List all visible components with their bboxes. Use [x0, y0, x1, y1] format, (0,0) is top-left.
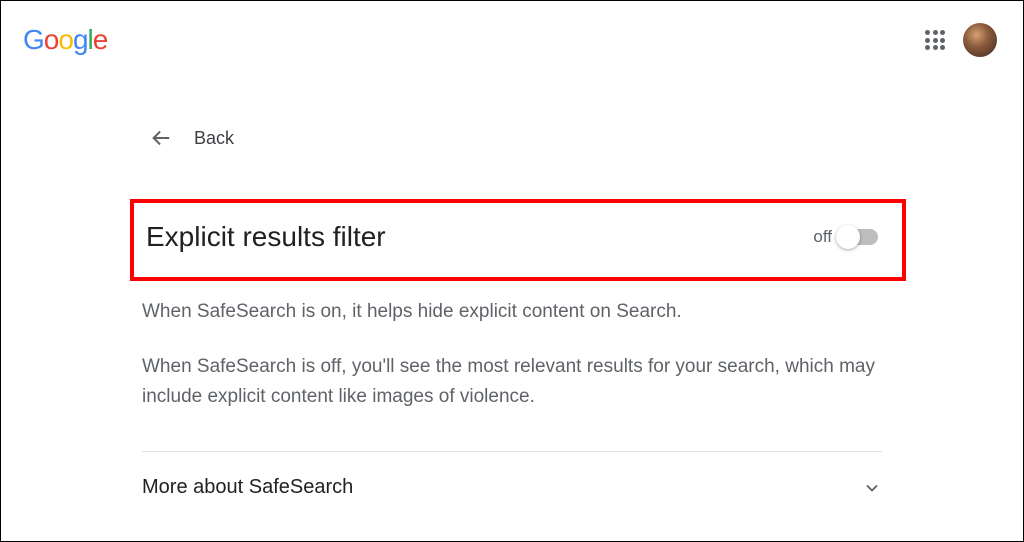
google-logo[interactable]: Google — [23, 24, 107, 56]
header-right — [925, 23, 997, 57]
back-label: Back — [194, 128, 234, 149]
toggle-state-label: off — [813, 227, 832, 247]
apps-grid-icon[interactable] — [925, 30, 945, 50]
description-off: When SafeSearch is off, you'll see the m… — [142, 352, 882, 411]
filter-title: Explicit results filter — [146, 221, 386, 253]
expander-title: More about SafeSearch — [142, 476, 353, 499]
description-on: When SafeSearch is on, it helps hide exp… — [142, 297, 882, 326]
more-about-expander[interactable]: More about SafeSearch — [142, 452, 882, 507]
toggle-wrap: off — [813, 227, 878, 247]
header: Google — [1, 1, 1023, 67]
avatar[interactable] — [963, 23, 997, 57]
toggle-knob — [836, 225, 860, 249]
chevron-down-icon — [862, 478, 882, 498]
back-button[interactable]: Back — [142, 127, 882, 149]
filter-row-highlight: Explicit results filter off — [130, 199, 906, 281]
arrow-left-icon — [150, 127, 172, 149]
main-content: Back Explicit results filter off When Sa… — [122, 127, 902, 507]
safesearch-toggle[interactable] — [838, 229, 878, 245]
